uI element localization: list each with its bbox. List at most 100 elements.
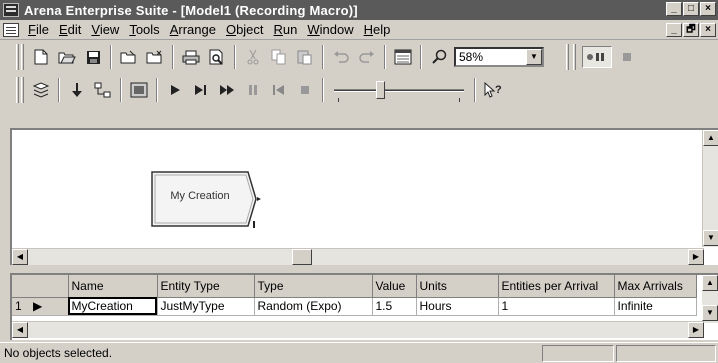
separator: [420, 45, 422, 69]
undo-icon[interactable]: [330, 46, 352, 68]
app-icon[interactable]: [3, 3, 19, 17]
separator: [120, 78, 122, 102]
print-preview-icon[interactable]: [206, 46, 228, 68]
layers-icon[interactable]: [392, 46, 414, 68]
scroll-right-icon[interactable]: ▶: [688, 322, 704, 338]
menu-object[interactable]: Object: [221, 22, 269, 37]
stop-mode-icon[interactable]: [616, 46, 638, 68]
scroll-up-icon[interactable]: ▲: [702, 275, 718, 291]
row-header-corner: [12, 275, 69, 298]
model-canvas[interactable]: My Creation ▲ ▼ ◀ ▶: [10, 128, 718, 265]
toolbar-grip[interactable]: [16, 77, 19, 103]
cell-max-arrivals[interactable]: Infinite: [614, 297, 697, 316]
zoom-icon[interactable]: [428, 46, 450, 68]
doc-close-button[interactable]: ×: [700, 23, 716, 37]
scroll-left-icon[interactable]: ◀: [12, 322, 28, 338]
current-row-icon: ▶: [33, 299, 43, 313]
open-icon[interactable]: [56, 46, 78, 68]
new-icon[interactable]: [30, 46, 52, 68]
column-header[interactable]: Value: [372, 275, 417, 298]
connect-icon[interactable]: [66, 79, 88, 101]
column-header[interactable]: Entity Type: [157, 275, 255, 298]
scroll-right-icon[interactable]: ▶: [688, 249, 704, 265]
column-header[interactable]: Entities per Arrival: [498, 275, 615, 298]
menu-view[interactable]: View: [86, 22, 124, 37]
cell-value[interactable]: 1.5: [372, 297, 417, 316]
detach-template-icon[interactable]: [144, 46, 166, 68]
column-header[interactable]: Max Arrivals: [614, 275, 697, 298]
save-icon[interactable]: [82, 46, 104, 68]
cell-entity-type[interactable]: JustMyType: [157, 297, 255, 316]
zoom-select[interactable]: 58% ▼: [454, 47, 544, 67]
status-pane: [616, 344, 716, 362]
start-over-icon[interactable]: [268, 79, 290, 101]
spreadsheet-view: Name Entity Type Type Value Units Entiti…: [10, 273, 718, 340]
column-header[interactable]: Name: [68, 275, 158, 298]
menu-help[interactable]: Help: [359, 22, 396, 37]
whats-this-icon[interactable]: ?: [482, 79, 504, 101]
menu-arrange[interactable]: Arrange: [165, 22, 221, 37]
sheet-horizontal-scrollbar[interactable]: ◀ ▶: [12, 321, 704, 338]
print-icon[interactable]: [180, 46, 202, 68]
layers-stack-icon[interactable]: [30, 79, 52, 101]
cell-units[interactable]: Hours: [416, 297, 499, 316]
separator: [322, 45, 324, 69]
redo-icon[interactable]: [356, 46, 378, 68]
column-header[interactable]: Type: [254, 275, 373, 298]
module-spreadsheet: Name Entity Type Type Value Units Entiti…: [12, 275, 697, 316]
step-icon[interactable]: [190, 79, 212, 101]
doc-minimize-button[interactable]: _: [666, 23, 682, 37]
separator: [156, 78, 158, 102]
cut-icon[interactable]: [242, 46, 264, 68]
horizontal-scrollbar[interactable]: ◀ ▶: [12, 248, 704, 265]
paste-icon[interactable]: [294, 46, 316, 68]
status-text: No objects selected.: [4, 346, 113, 360]
create-module[interactable]: My Creation: [150, 170, 261, 228]
header-row: Name Entity Type Type Value Units Entiti…: [12, 275, 697, 298]
toolbar-grip[interactable]: [16, 44, 19, 70]
menu-edit[interactable]: Edit: [54, 22, 86, 37]
cell-entities-per-arrival[interactable]: 1: [498, 297, 615, 316]
toolbar-grip[interactable]: [21, 44, 24, 70]
scroll-left-icon[interactable]: ◀: [12, 249, 28, 265]
cell-name[interactable]: MyCreation: [68, 297, 158, 316]
menu-run[interactable]: Run: [269, 22, 303, 37]
document-icon[interactable]: [3, 22, 19, 37]
go-icon[interactable]: [164, 79, 186, 101]
slider-tick: [459, 98, 460, 102]
chevron-down-icon[interactable]: ▼: [526, 49, 542, 65]
flowchart-icon[interactable]: [92, 79, 114, 101]
minimize-button[interactable]: _: [666, 2, 682, 16]
scroll-up-icon[interactable]: ▲: [703, 130, 718, 146]
slider-thumb[interactable]: [376, 81, 385, 99]
separator: [384, 45, 386, 69]
pause-icon[interactable]: [242, 79, 264, 101]
doc-restore-button[interactable]: 🗗: [683, 23, 699, 37]
toolbar-grip[interactable]: [21, 77, 24, 103]
end-icon[interactable]: [294, 79, 316, 101]
attach-template-icon[interactable]: [118, 46, 140, 68]
animation-speed-slider[interactable]: [334, 78, 464, 102]
module-label: My Creation: [170, 190, 230, 202]
table-row[interactable]: 1 ▶ MyCreation JustMyType Random (Expo) …: [12, 297, 697, 316]
copy-icon[interactable]: [268, 46, 290, 68]
scroll-down-icon[interactable]: ▼: [703, 230, 718, 246]
close-button[interactable]: ×: [700, 2, 716, 16]
toolbar-grip[interactable]: [566, 44, 569, 70]
cell-type[interactable]: Random (Expo): [254, 297, 373, 316]
row-number[interactable]: 1 ▶: [12, 297, 69, 316]
menu-bar: File Edit View Tools Arrange Object Run …: [0, 20, 718, 40]
maximize-button[interactable]: □: [683, 2, 699, 16]
toolbar-grip[interactable]: [573, 44, 576, 70]
vertical-scrollbar[interactable]: ▲ ▼: [702, 130, 718, 247]
fast-forward-icon[interactable]: [216, 79, 238, 101]
column-header[interactable]: Units: [416, 275, 499, 298]
scroll-thumb[interactable]: [292, 249, 312, 265]
run-mode-icon[interactable]: [582, 46, 612, 68]
scroll-down-icon[interactable]: ▼: [702, 305, 718, 321]
sheet-vertical-scrollbar[interactable]: ▲ ▼: [702, 275, 718, 323]
animate-icon[interactable]: [128, 79, 150, 101]
menu-file[interactable]: File: [23, 22, 54, 37]
menu-window[interactable]: Window: [302, 22, 358, 37]
menu-tools[interactable]: Tools: [124, 22, 164, 37]
